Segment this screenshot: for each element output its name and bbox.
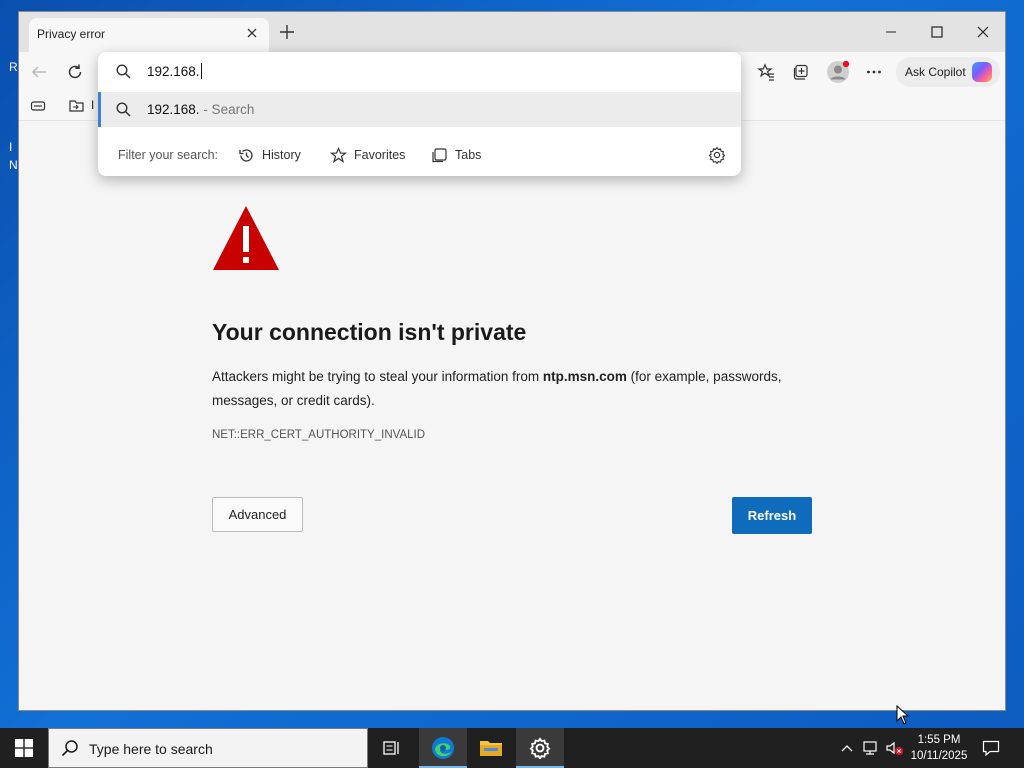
tab-title: Privacy error [37,27,106,41]
clock-date: 10/11/2025 [910,750,968,762]
minimize-icon [886,31,896,33]
filter-favorites[interactable]: Favorites [330,144,405,166]
network-icon [863,741,877,755]
star-icon [330,146,347,163]
copilot-label: Ask Copilot [905,65,966,79]
minimize-button[interactable] [868,18,914,46]
collections-button[interactable] [787,58,815,86]
host-name: ntp.msn.com [542,369,627,384]
refresh-icon [68,64,82,79]
error-code: NET::ERR_CERT_AUTHORITY_INVALID [212,429,426,441]
ask-copilot-button[interactable]: Ask Copilot [896,57,1000,87]
import-icon [69,100,84,112]
windows-icon [15,739,33,757]
search-icon [61,740,78,757]
tab-strip: Privacy error [19,12,1005,52]
search-suggestion[interactable]: 192.168. - Search [98,92,741,127]
filter-history[interactable]: History [238,144,301,166]
search-icon [116,102,131,117]
task-view-button[interactable] [368,728,416,768]
filter-label: Filter your search: [118,148,219,162]
clock-time: 1:55 PM [917,734,961,746]
maximize-icon [931,26,943,38]
favorites-bar-folder[interactable] [63,92,91,120]
copilot-icon [971,62,992,82]
search-placeholder: Type here to search [89,741,213,757]
back-arrow-icon [31,66,46,78]
suggestion-text: 192.168. [147,102,200,117]
close-icon[interactable] [241,23,263,45]
profile-button[interactable] [824,58,852,86]
address-bar-dropdown: 192.168. 192.168. - Search Filter your s… [98,52,741,176]
collections-icon [793,64,808,80]
start-button[interactable] [0,728,48,768]
close-icon [977,26,989,38]
mouse-cursor-icon [896,705,910,725]
favorites-bar-label[interactable]: I [91,98,94,112]
favorites-icon [757,63,774,81]
suggestion-suffix: - Search [199,102,255,117]
clock[interactable]: 1:55 PM 10/11/2025 [906,732,972,764]
refresh-page-button[interactable]: Refresh [732,497,812,534]
new-tab-button[interactable] [275,21,299,45]
warning-icon [213,206,279,270]
desktop-icon-label[interactable]: N [9,158,18,172]
tabs-icon [432,147,447,162]
maximize-button[interactable] [914,18,960,46]
tab-privacy-error[interactable]: Privacy error [29,18,269,52]
error-description: Attackers might be trying to steal your … [212,365,822,413]
filter-tabs[interactable]: Tabs [431,144,481,166]
desktop-icon-label[interactable]: I [9,140,12,154]
edge-taskbar-button[interactable] [419,728,467,768]
app-icon [30,101,46,111]
file-explorer-button[interactable] [467,728,515,768]
desktop-icon-label[interactable]: R [9,60,18,74]
favorites-button[interactable] [752,58,780,86]
volume-muted-icon [886,741,903,755]
more-button[interactable] [860,58,888,86]
notification-icon [982,740,1000,756]
address-bar[interactable]: 192.168. [98,52,741,90]
edge-icon [432,737,454,759]
advanced-button[interactable]: Advanced [212,497,303,532]
network-button[interactable] [860,728,882,768]
settings-icon [529,737,551,759]
taskbar-search[interactable]: Type here to search [48,728,368,768]
address-input[interactable]: 192.168. [147,63,202,79]
more-icon [867,70,881,74]
profile-icon [827,60,850,83]
task-view-icon [383,741,399,755]
volume-button[interactable] [884,728,906,768]
close-window-button[interactable] [960,18,1005,46]
description-text: Attackers might be trying to steal your … [212,369,543,384]
history-icon [239,148,253,162]
chevron-up-icon [841,745,853,752]
page-title: Your connection isn't private [212,319,527,345]
notifications-button[interactable] [978,728,1004,768]
taskbar: Type here to search 1:55 PM 10/11/2025 [0,728,1024,768]
tray-overflow-button[interactable] [836,728,858,768]
settings-taskbar-button[interactable] [516,728,564,768]
favorites-bar-item[interactable] [24,92,52,120]
page-content: Your connection isn't private Attackers … [19,120,1005,710]
back-button[interactable] [25,58,53,86]
plus-icon [280,25,294,39]
refresh-button[interactable] [61,58,89,86]
search-filter-row: Filter your search: History Favorites Ta… [98,134,741,176]
search-icon [116,64,131,79]
file-explorer-icon [480,741,502,756]
gear-icon[interactable] [708,146,726,164]
